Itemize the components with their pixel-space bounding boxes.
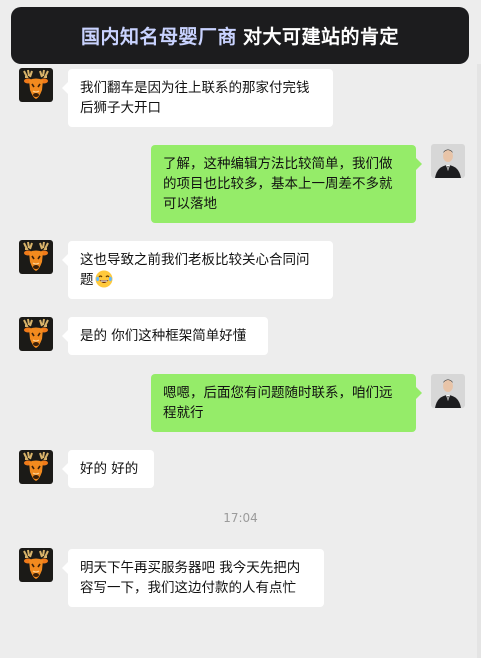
scrollbar[interactable] bbox=[477, 64, 481, 658]
man-in-suit-avatar-icon[interactable] bbox=[431, 144, 465, 178]
message-text: 好的 好的 bbox=[80, 461, 139, 477]
message-text: 了解，这种编辑方法比较简单，我们做的项目也比较多，基本上一周差不多就可以落地 bbox=[163, 156, 393, 212]
message-timestamp: 17:04 bbox=[223, 511, 258, 525]
message-bubble-received[interactable]: 我们翻车是因为往上联系的那家付完钱后狮子大开口 bbox=[62, 69, 333, 127]
deer-avatar-icon[interactable] bbox=[19, 450, 53, 484]
message-text: 嗯嗯，后面您有问题随时联系，咱们远程就行 bbox=[163, 385, 393, 421]
deer-avatar-icon[interactable] bbox=[19, 317, 53, 351]
man-in-suit-avatar-icon[interactable] bbox=[431, 374, 465, 408]
message-bubble-received[interactable]: 是的 你们这种框架简单好懂 bbox=[62, 317, 268, 355]
deer-avatar-icon[interactable] bbox=[19, 68, 53, 102]
banner-rest: 对大可建站的肯定 bbox=[243, 26, 400, 48]
message-bubble-received[interactable]: 明天下午再买服务器吧 我今天先把内容写一下，我们这边付款的人有点忙 bbox=[62, 549, 324, 607]
message-text: 是的 你们这种框架简单好懂 bbox=[80, 328, 247, 344]
banner-highlight: 国内知名母婴厂商 bbox=[80, 26, 237, 48]
message-text: 我们翻车是因为往上联系的那家付完钱后狮子大开口 bbox=[80, 80, 310, 116]
message-text: 这也导致之前我们老板比较关心合同问题 bbox=[80, 252, 310, 288]
message-bubble-received[interactable]: 这也导致之前我们老板比较关心合同问题 bbox=[62, 241, 333, 299]
title-banner: 国内知名母婴厂商 对大可建站的肯定 bbox=[11, 7, 469, 64]
message-bubble-sent[interactable]: 了解，这种编辑方法比较简单，我们做的项目也比较多，基本上一周差不多就可以落地 bbox=[151, 145, 422, 223]
deer-avatar-icon[interactable] bbox=[19, 240, 53, 274]
message-text: 明天下午再买服务器吧 我今天先把内容写一下，我们这边付款的人有点忙 bbox=[80, 560, 301, 596]
deer-avatar-icon[interactable] bbox=[19, 548, 53, 582]
laughing-crying-emoji-icon bbox=[95, 270, 113, 288]
message-bubble-sent[interactable]: 嗯嗯，后面您有问题随时联系，咱们远程就行 bbox=[151, 374, 422, 432]
message-bubble-received[interactable]: 好的 好的 bbox=[62, 450, 154, 488]
